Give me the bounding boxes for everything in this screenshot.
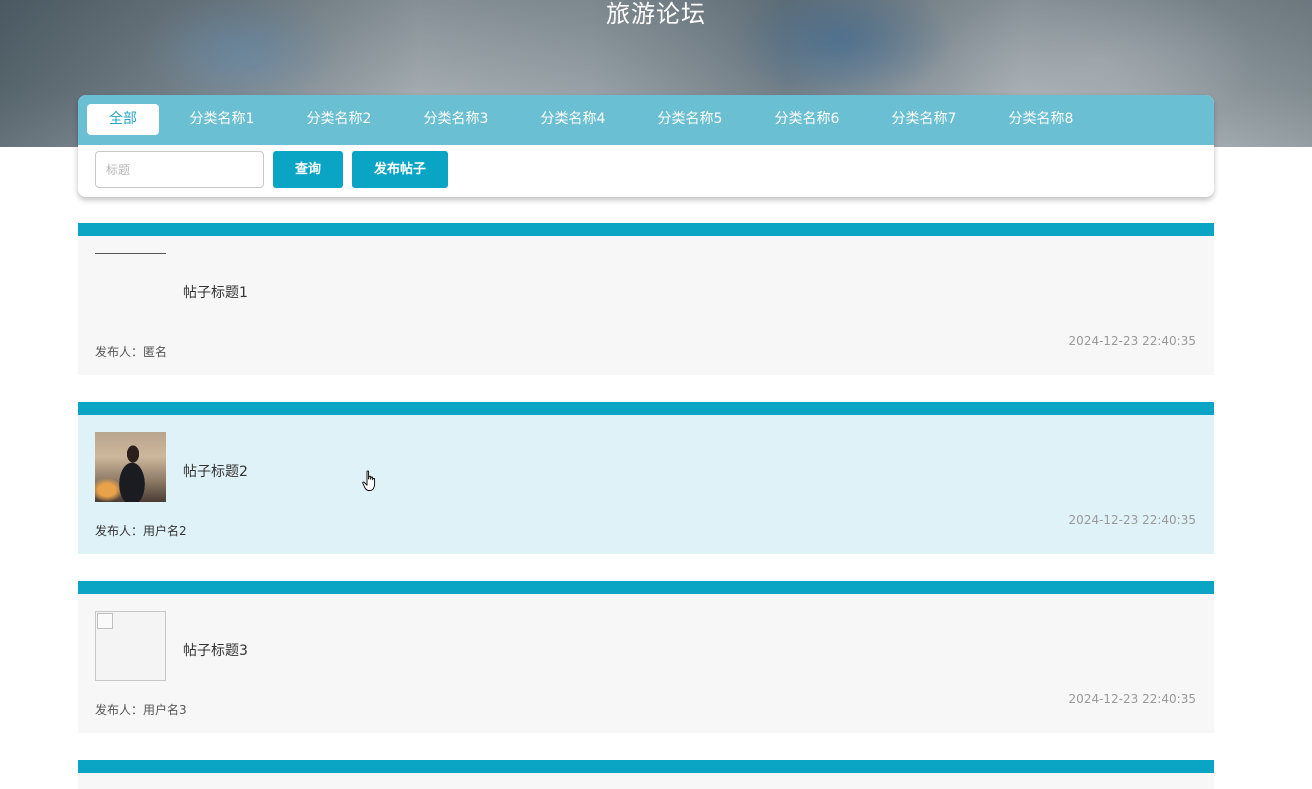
tab-category-1[interactable]: 分类名称1 — [176, 104, 268, 135]
hand-pointer-icon — [362, 470, 376, 491]
post-body: 帖子标题3 发布人：用户名3 2024-12-23 22:40:35 — [78, 594, 1214, 733]
post-title[interactable]: 帖子标题1 — [183, 282, 248, 302]
tab-category-4[interactable]: 分类名称4 — [527, 104, 619, 135]
tab-category-3[interactable]: 分类名称3 — [410, 104, 502, 135]
post-author: 发布人：用户名3 — [95, 703, 187, 717]
post-item-2[interactable]: 帖子标题2 发布人：用户名2 2024-12-23 22:40:35 — [78, 402, 1214, 554]
post-image — [95, 253, 166, 254]
tab-category-7[interactable]: 分类名称7 — [878, 104, 970, 135]
query-button[interactable]: 查询 — [273, 151, 343, 188]
filter-panel: 全部 分类名称1 分类名称2 分类名称3 分类名称4 分类名称5 分类名称6 分… — [78, 95, 1214, 197]
post-title[interactable]: 帖子标题3 — [183, 640, 248, 660]
post-time: 2024-12-23 22:40:35 — [1068, 513, 1196, 527]
tab-category-6[interactable]: 分类名称6 — [761, 104, 853, 135]
post-title[interactable]: 帖子标题2 — [183, 461, 248, 481]
publish-post-button[interactable]: 发布帖子 — [352, 151, 448, 188]
post-image — [95, 432, 166, 502]
page-title: 旅游论坛 — [606, 0, 706, 28]
category-tabs: 全部 分类名称1 分类名称2 分类名称3 分类名称4 分类名称5 分类名称6 分… — [78, 95, 1214, 145]
post-time: 2024-12-23 22:40:35 — [1068, 692, 1196, 706]
post-header-bar — [78, 402, 1214, 415]
post-body: 帖子标题1 发布人：匿名 2024-12-23 22:40:35 — [78, 236, 1214, 375]
post-item-3[interactable]: 帖子标题3 发布人：用户名3 2024-12-23 22:40:35 — [78, 581, 1214, 733]
post-author: 发布人：用户名2 — [95, 524, 187, 538]
post-item-1[interactable]: 帖子标题1 发布人：匿名 2024-12-23 22:40:35 — [78, 223, 1214, 375]
title-search-input[interactable] — [95, 151, 264, 188]
tab-category-8[interactable]: 分类名称8 — [995, 104, 1087, 135]
broken-image-icon — [95, 611, 166, 681]
tab-all[interactable]: 全部 — [87, 104, 159, 135]
post-header-bar — [78, 581, 1214, 594]
post-item-4[interactable] — [78, 760, 1214, 789]
tab-category-5[interactable]: 分类名称5 — [644, 104, 736, 135]
tab-category-2[interactable]: 分类名称2 — [293, 104, 385, 135]
post-body: 帖子标题2 发布人：用户名2 2024-12-23 22:40:35 — [78, 415, 1214, 554]
post-body — [78, 773, 1214, 789]
post-time: 2024-12-23 22:40:35 — [1068, 334, 1196, 348]
post-author: 发布人：匿名 — [95, 345, 168, 359]
post-header-bar — [78, 223, 1214, 236]
post-header-bar — [78, 760, 1214, 773]
